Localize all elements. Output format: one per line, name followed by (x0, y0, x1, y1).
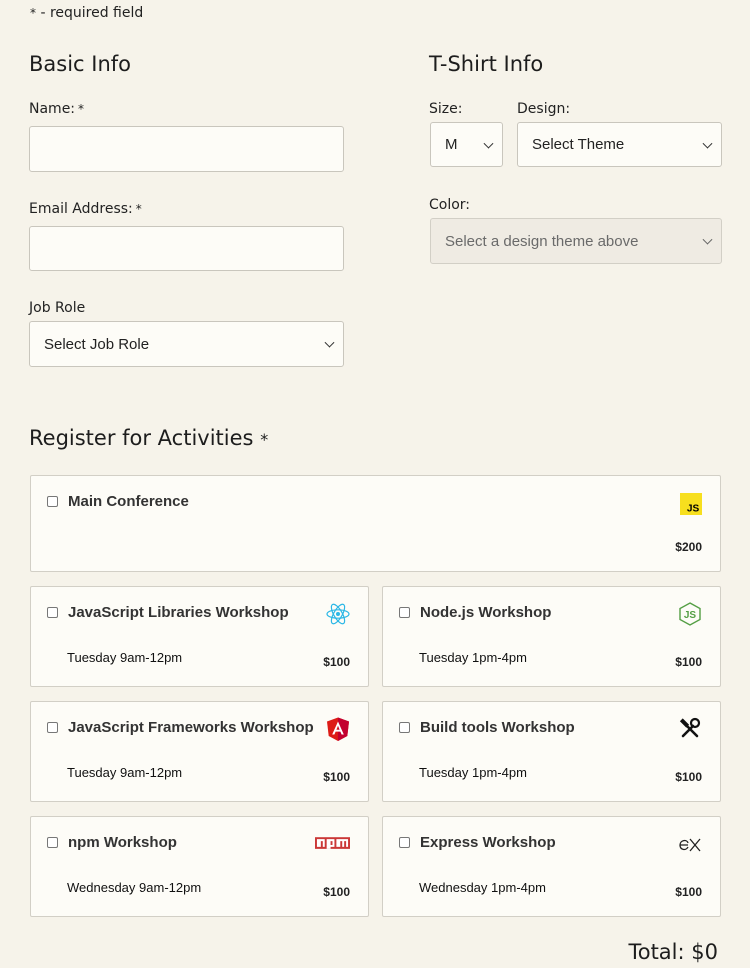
required-field-note: * - required field (30, 5, 143, 21)
size-label: Size: (429, 101, 463, 117)
activity-name: JavaScript Frameworks Workshop (68, 719, 314, 736)
job-role-value: Select Job Role (44, 335, 150, 353)
activity-checkbox[interactable] (399, 722, 410, 733)
job-role-select[interactable]: Select Job Role (29, 321, 344, 367)
email-label: Email Address: * (29, 201, 142, 217)
name-label: Name: * (29, 101, 84, 117)
activity-name: npm Workshop (68, 834, 177, 851)
activity-card-main-conference: Main Conference JS $200 (30, 475, 721, 572)
activity-checkbox[interactable] (47, 496, 58, 507)
size-select[interactable]: M (430, 122, 503, 167)
color-select[interactable]: Select a design theme above (430, 218, 722, 264)
activity-price: $100 (323, 770, 350, 784)
name-label-text: Name: (29, 101, 76, 117)
job-role-label: Job Role (29, 300, 86, 316)
activity-card-js-libraries: JavaScript Libraries Workshop Tuesday 9a… (30, 586, 369, 687)
email-input[interactable] (29, 226, 344, 271)
activity-price: $100 (675, 655, 702, 669)
activity-card-nodejs: Node.js Workshop JS Tuesday 1pm-4pm $100 (382, 586, 721, 687)
svg-text:JS: JS (687, 503, 700, 514)
color-label: Color: (429, 197, 471, 213)
activity-checkbox[interactable] (47, 837, 58, 848)
basic-info-heading: Basic Info (29, 52, 132, 76)
activity-name: Express Workshop (420, 834, 556, 851)
activity-checkbox[interactable] (399, 837, 410, 848)
name-required-star: * (78, 102, 85, 116)
activity-checkbox[interactable] (47, 722, 58, 733)
activity-time: Tuesday 9am-12pm (67, 765, 183, 780)
name-input[interactable] (29, 126, 344, 172)
total-cost: Total: $0 (628, 940, 718, 964)
activity-checkbox[interactable] (399, 607, 410, 618)
activity-name: Node.js Workshop (420, 604, 552, 621)
activities-required-star: * (260, 430, 269, 449)
activity-price: $200 (675, 540, 702, 554)
angular-logo-icon (327, 717, 349, 741)
npm-logo-icon (315, 837, 350, 849)
chevron-down-icon (702, 138, 713, 149)
activities-heading-text: Register for Activities (29, 426, 254, 450)
required-note-text: - required field (36, 5, 144, 21)
nodejs-logo-icon: JS (679, 602, 701, 626)
color-value: Select a design theme above (445, 232, 639, 250)
activity-name: JavaScript Libraries Workshop (68, 604, 289, 621)
activity-card-build-tools: Build tools Workshop Tuesday 1pm-4pm $10… (382, 701, 721, 802)
activity-card-express: Express Workshop Wednesday 1pm-4pm $100 (382, 816, 721, 917)
activity-name: Main Conference (68, 493, 189, 510)
javascript-logo-icon: JS (680, 493, 702, 515)
activity-card-npm: npm Workshop Wednesday 9am-12pm $100 (30, 816, 369, 917)
chevron-down-icon (702, 234, 713, 245)
activity-price: $100 (675, 885, 702, 899)
activity-time: Tuesday 1pm-4pm (419, 765, 527, 780)
activity-checkbox[interactable] (47, 607, 58, 618)
activity-price: $100 (675, 770, 702, 784)
activity-name: Build tools Workshop (420, 719, 575, 736)
design-value: Select Theme (532, 136, 625, 153)
build-tools-icon (679, 717, 701, 738)
design-label: Design: (517, 101, 571, 117)
design-select[interactable]: Select Theme (517, 122, 722, 167)
chevron-down-icon (324, 337, 335, 348)
activity-time: Wednesday 9am-12pm (67, 880, 202, 895)
activity-card-js-frameworks: JavaScript Frameworks Workshop Tuesday 9… (30, 701, 369, 802)
activity-time: Tuesday 9am-12pm (67, 650, 183, 665)
activity-time: Tuesday 1pm-4pm (419, 650, 527, 665)
activity-time: Wednesday 1pm-4pm (419, 880, 546, 895)
react-logo-icon (326, 603, 350, 625)
activities-heading: Register for Activities * (29, 426, 268, 450)
activity-price: $100 (323, 885, 350, 899)
chevron-down-icon (483, 138, 494, 149)
svg-text:JS: JS (684, 610, 697, 621)
activity-price: $100 (323, 655, 350, 669)
tshirt-info-heading: T-Shirt Info (429, 52, 544, 76)
size-value: M (445, 136, 458, 153)
email-required-star: * (135, 202, 142, 216)
express-logo-icon (679, 838, 701, 852)
email-label-text: Email Address: (29, 201, 133, 217)
